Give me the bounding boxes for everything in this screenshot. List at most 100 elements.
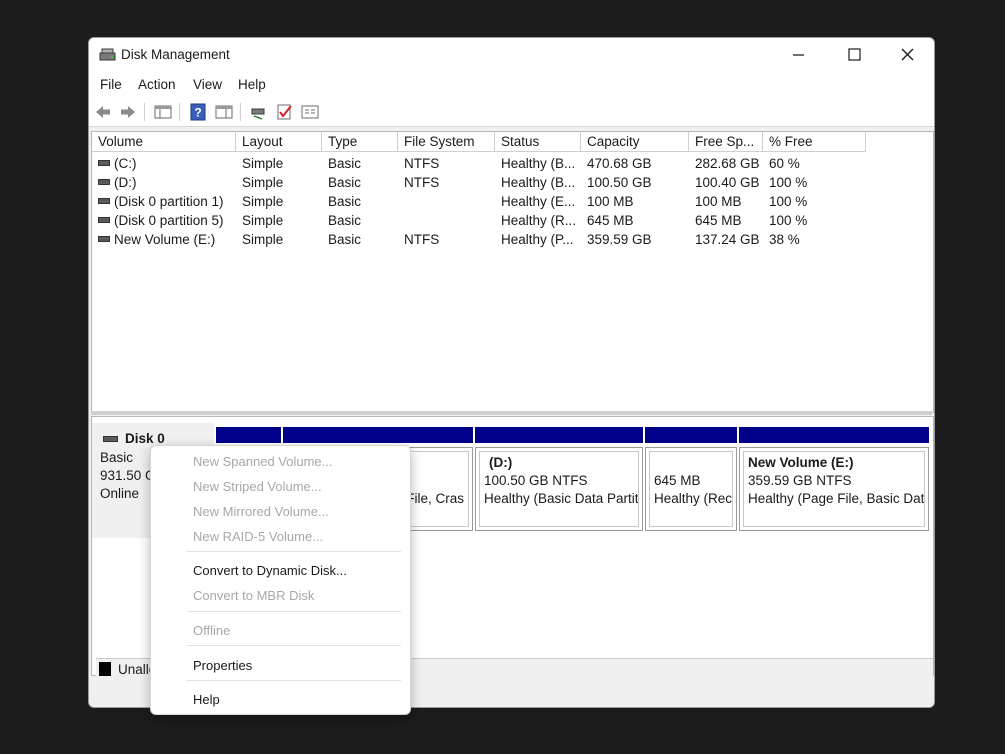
table-row[interactable]: (C:) Simple Basic NTFS Healthy (B... 470… bbox=[92, 154, 933, 173]
partition-d[interactable]: (D:) 100.50 GB NTFS Healthy (Basic Data … bbox=[475, 447, 643, 531]
unallocated-swatch-icon bbox=[99, 662, 111, 676]
cell-capacity: 100 MB bbox=[587, 194, 634, 209]
menu-help-item[interactable]: Help bbox=[193, 692, 220, 707]
menu-bar: File Action View Help bbox=[89, 72, 934, 97]
partition-title: New Volume (E:) bbox=[748, 455, 854, 470]
table-row[interactable]: (Disk 0 partition 1) Simple Basic Health… bbox=[92, 192, 933, 211]
menu-separator bbox=[187, 551, 401, 552]
partition-status: Healthy (Page File, Basic Data bbox=[748, 491, 925, 506]
cell-type: Basic bbox=[328, 232, 362, 247]
cell-layout: Simple bbox=[242, 194, 284, 209]
cell-free-space: 645 MB bbox=[695, 213, 742, 228]
checkmark-icon[interactable] bbox=[276, 103, 294, 121]
disk-name: Disk 0 bbox=[125, 431, 165, 446]
cell-layout: Simple bbox=[242, 175, 284, 190]
menu-offline[interactable]: Offline bbox=[193, 623, 230, 638]
column-header-volume[interactable]: Volume bbox=[92, 132, 236, 152]
cell-type: Basic bbox=[328, 156, 362, 171]
column-header-type[interactable]: Type bbox=[322, 132, 398, 152]
cell-free-space: 100.40 GB bbox=[695, 175, 760, 190]
cell-percent-free: 100 % bbox=[769, 175, 808, 190]
volume-icon bbox=[98, 236, 110, 242]
close-icon bbox=[901, 48, 914, 61]
cell-volume: (C:) bbox=[114, 156, 137, 171]
table-row[interactable]: (Disk 0 partition 5) Simple Basic Health… bbox=[92, 211, 933, 230]
disk-icon bbox=[103, 436, 118, 442]
console-tree-icon[interactable] bbox=[154, 103, 172, 121]
partition-bar bbox=[645, 427, 737, 443]
menu-action[interactable]: Action bbox=[138, 77, 176, 92]
toolbar-separator bbox=[144, 103, 145, 121]
toolbar-separator bbox=[179, 103, 180, 121]
menu-separator bbox=[187, 645, 401, 646]
close-button[interactable] bbox=[884, 38, 930, 72]
cell-status: Healthy (B... bbox=[501, 175, 576, 190]
volume-icon bbox=[98, 198, 110, 204]
cell-file-system: NTFS bbox=[404, 156, 440, 171]
cell-capacity: 359.59 GB bbox=[587, 232, 652, 247]
cell-percent-free: 38 % bbox=[769, 232, 800, 247]
menu-separator bbox=[187, 611, 401, 612]
menu-properties[interactable]: Properties bbox=[193, 658, 252, 673]
menu-new-mirrored-volume[interactable]: New Mirrored Volume... bbox=[193, 504, 329, 519]
settings-icon[interactable] bbox=[301, 103, 319, 121]
cell-volume: (Disk 0 partition 5) bbox=[114, 213, 224, 228]
menu-new-striped-volume[interactable]: New Striped Volume... bbox=[193, 479, 322, 494]
menu-new-spanned-volume[interactable]: New Spanned Volume... bbox=[193, 454, 332, 469]
back-icon[interactable] bbox=[94, 103, 112, 121]
connect-icon[interactable] bbox=[250, 103, 268, 121]
partition-status: Healthy (Basic Data Partiti bbox=[484, 491, 639, 506]
window-title: Disk Management bbox=[121, 47, 230, 62]
partition-bar bbox=[283, 427, 473, 443]
toolbar: ? bbox=[89, 97, 934, 127]
maximize-button[interactable] bbox=[831, 38, 877, 72]
table-row[interactable]: New Volume (E:) Simple Basic NTFS Health… bbox=[92, 230, 933, 249]
volume-icon bbox=[98, 217, 110, 223]
volume-list[interactable]: Volume Layout Type File System Status Ca… bbox=[91, 131, 934, 413]
disk-context-menu: New Spanned Volume... New Striped Volume… bbox=[150, 445, 411, 715]
cell-percent-free: 100 % bbox=[769, 213, 808, 228]
minimize-button[interactable] bbox=[775, 38, 821, 72]
cell-layout: Simple bbox=[242, 213, 284, 228]
partition-status: Healthy (Rec bbox=[654, 491, 733, 506]
cell-percent-free: 100 % bbox=[769, 194, 808, 209]
menu-view[interactable]: View bbox=[193, 77, 222, 92]
menu-convert-to-mbr-disk[interactable]: Convert to MBR Disk bbox=[193, 588, 314, 603]
cell-percent-free: 60 % bbox=[769, 156, 800, 171]
cell-free-space: 100 MB bbox=[695, 194, 742, 209]
pane-splitter[interactable] bbox=[91, 411, 932, 415]
cell-file-system: NTFS bbox=[404, 232, 440, 247]
forward-icon[interactable] bbox=[119, 103, 137, 121]
properties-icon[interactable] bbox=[215, 103, 233, 121]
disk-type: Basic bbox=[100, 450, 134, 465]
partition-e[interactable]: New Volume (E:) 359.59 GB NTFS Healthy (… bbox=[739, 447, 929, 531]
menu-file[interactable]: File bbox=[100, 77, 122, 92]
title-bar[interactable]: Disk Management bbox=[89, 38, 934, 72]
column-header-status[interactable]: Status bbox=[495, 132, 581, 152]
cell-status: Healthy (R... bbox=[501, 213, 577, 228]
column-header-file-system[interactable]: File System bbox=[398, 132, 495, 152]
volume-icon bbox=[98, 179, 110, 185]
disk-management-app-icon bbox=[99, 48, 116, 61]
column-header-layout[interactable]: Layout bbox=[236, 132, 322, 152]
column-header-capacity[interactable]: Capacity bbox=[581, 132, 689, 152]
volume-icon bbox=[98, 160, 110, 166]
cell-capacity: 100.50 GB bbox=[587, 175, 652, 190]
column-header-percent-free[interactable]: % Free bbox=[763, 132, 866, 152]
menu-new-raid5-volume[interactable]: New RAID-5 Volume... bbox=[193, 529, 323, 544]
partition-bar bbox=[475, 427, 643, 443]
menu-help[interactable]: Help bbox=[238, 77, 266, 92]
maximize-icon bbox=[848, 48, 861, 61]
cell-status: Healthy (E... bbox=[501, 194, 576, 209]
column-header-free-space[interactable]: Free Sp... bbox=[689, 132, 763, 152]
cell-type: Basic bbox=[328, 213, 362, 228]
partition-recovery[interactable]: 645 MB Healthy (Rec bbox=[645, 447, 737, 531]
svg-text:?: ? bbox=[194, 106, 201, 120]
menu-convert-to-dynamic-disk[interactable]: Convert to Dynamic Disk... bbox=[193, 563, 347, 578]
partition-title: (D:) bbox=[489, 455, 513, 470]
minimize-icon bbox=[793, 54, 804, 56]
cell-capacity: 470.68 GB bbox=[587, 156, 652, 171]
cell-status: Healthy (P... bbox=[501, 232, 574, 247]
help-icon[interactable]: ? bbox=[189, 103, 207, 121]
table-row[interactable]: (D:) Simple Basic NTFS Healthy (B... 100… bbox=[92, 173, 933, 192]
